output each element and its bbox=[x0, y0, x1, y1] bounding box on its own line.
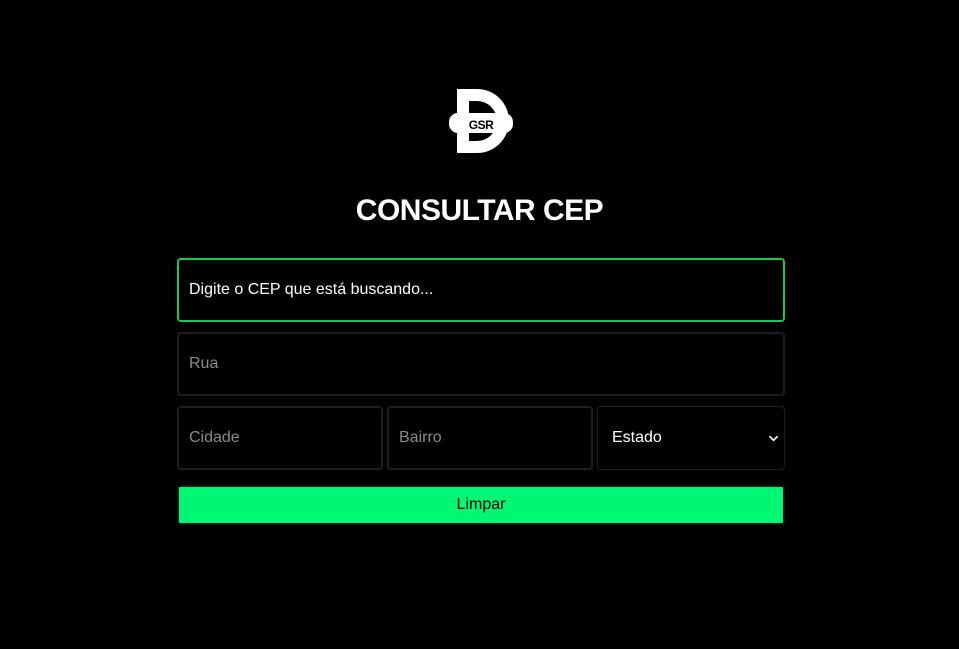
bairro-placeholder: Bairro bbox=[399, 429, 442, 446]
rua-placeholder: Rua bbox=[189, 355, 219, 372]
rua-input[interactable]: Rua bbox=[177, 332, 785, 396]
cidade-placeholder: Cidade bbox=[189, 429, 240, 446]
bairro-input[interactable]: Bairro bbox=[387, 406, 593, 470]
clear-button[interactable]: Limpar bbox=[177, 485, 785, 525]
cep-placeholder: Digite o CEP que está buscando... bbox=[189, 281, 434, 298]
page: </> GSR CONSULTAR CEP Digite o CEP que e… bbox=[0, 0, 959, 649]
estado-selected-value: Estado bbox=[612, 429, 662, 446]
cep-input[interactable]: Digite o CEP que está buscando... bbox=[177, 258, 785, 322]
chevron-down-icon bbox=[769, 435, 778, 441]
logo: </> GSR bbox=[447, 87, 515, 155]
logo-text: GSR bbox=[468, 118, 494, 132]
estado-select[interactable]: Estado bbox=[597, 406, 785, 470]
cidade-input[interactable]: Cidade bbox=[177, 406, 383, 470]
page-title: CONSULTAR CEP bbox=[355, 194, 604, 227]
logo-code-glyph: </> bbox=[472, 102, 488, 111]
clear-button-label: Limpar bbox=[456, 496, 506, 513]
